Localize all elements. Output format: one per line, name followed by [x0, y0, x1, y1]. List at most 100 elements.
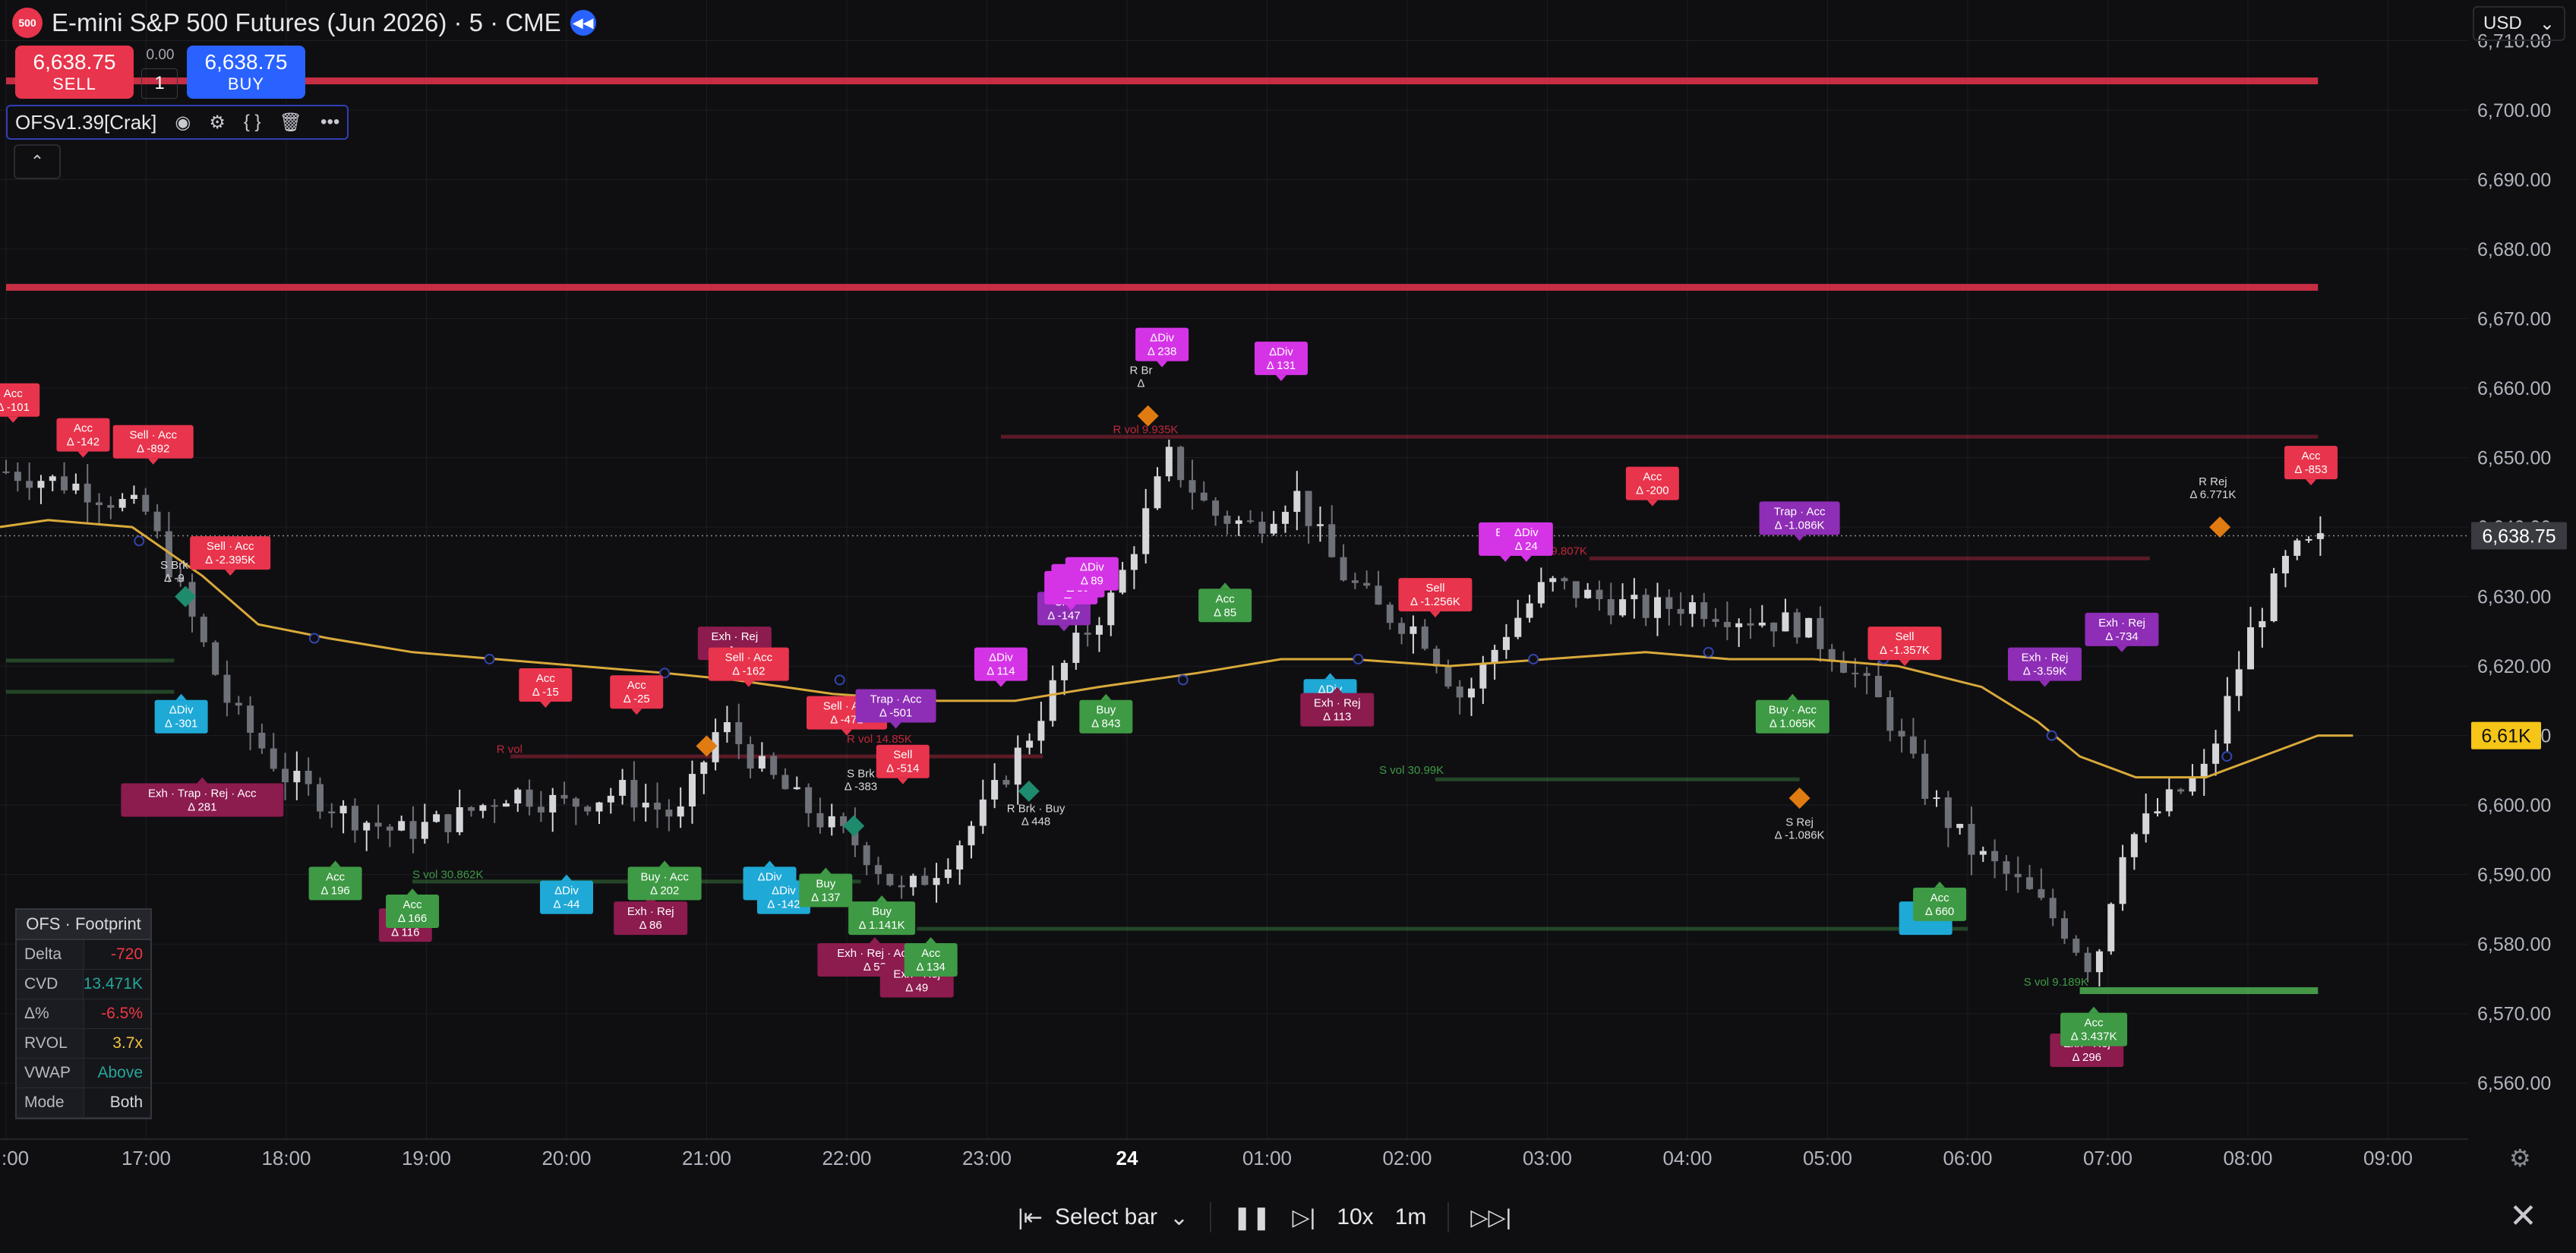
price-tick-label: 6,560.00 [2477, 1073, 2551, 1094]
label-text: Acc [326, 870, 346, 883]
signal-note: Δ -1.086K [1775, 829, 1825, 842]
label-text: Δ 660 [1925, 905, 1954, 918]
price-tick-label: 6,580.00 [2477, 934, 2551, 955]
candle-body [1375, 585, 1382, 605]
time-tick-label: 21:00 [682, 1147, 731, 1169]
chevron-up-icon[interactable]: ⌃ [14, 144, 61, 179]
time-tick-label: 18:00 [261, 1147, 311, 1169]
eye-icon[interactable]: ◉ [175, 112, 191, 134]
close-icon[interactable]: ✕ [2509, 1197, 2537, 1236]
label-text: Δ 1.141K [859, 919, 905, 932]
label-text: Exh · Rej · Acc [837, 947, 913, 960]
sell-label: SELL [52, 74, 96, 93]
speed-button[interactable]: 10x [1337, 1204, 1373, 1230]
candle-body [1281, 512, 1289, 524]
price-level [1589, 556, 2150, 560]
time-tick-label: :00 [2, 1147, 29, 1169]
candle-body [1793, 612, 1801, 638]
label-text: Δ 3.437K [2071, 1030, 2117, 1043]
candle-body [282, 769, 289, 783]
vwap-dot [1528, 653, 1539, 664]
candle-body [921, 876, 929, 885]
candle-body [1002, 780, 1010, 785]
price-tick-label: 6,700.00 [2477, 100, 2551, 122]
candle-body [2305, 538, 2312, 541]
time-tick-label: 06:00 [1943, 1147, 1992, 1169]
symbol-title[interactable]: E-mini S&P 500 Futures (Jun 2026) · 5 · … [52, 8, 561, 37]
indicator-legend[interactable]: OFSv1.39[Crak] ◉ ⚙ { } 🗑 ••• [6, 105, 349, 140]
candle-body [1712, 619, 1719, 622]
candle-body [1142, 508, 1150, 554]
quantity-input[interactable]: 1 [141, 68, 178, 99]
fast-rewind-icon[interactable]: ◀◀ [570, 10, 596, 36]
buy-button[interactable]: 6,638.75 BUY [187, 46, 305, 99]
jump-to-realtime-icon[interactable]: ▷▷| [1470, 1204, 1511, 1231]
candle-body [1968, 823, 1975, 855]
currency-select[interactable]: USD ⌄ [2473, 6, 2565, 41]
label-text: ΔDiv [1150, 332, 1174, 345]
label-text: Sell · Acc [207, 540, 254, 553]
candle-body [1189, 480, 1196, 493]
candle-body [944, 870, 952, 879]
more-icon[interactable]: ••• [320, 112, 339, 133]
price-chart[interactable]: S vol 30.862K S vol 30.99K S vol 9.189K R v… [0, 0, 2576, 1253]
candle-body [444, 814, 452, 832]
candle-body [1363, 582, 1371, 586]
sell-button[interactable]: 6,638.75 SELL [15, 46, 134, 99]
gear-icon[interactable]: ⚙ [2509, 1144, 2531, 1173]
candle-body [212, 642, 219, 675]
label-text: Δ -301 [165, 718, 197, 731]
label-text: Δ -501 [879, 706, 912, 719]
label-text: Δ 296 [2072, 1051, 2101, 1064]
candle-body [584, 806, 592, 812]
candle-body [328, 811, 336, 814]
signal-note: S Rej [1785, 816, 1814, 829]
select-bar-icon: |⇤ [1018, 1204, 1043, 1230]
label-text: Δ -853 [2294, 463, 2327, 476]
candle-body [363, 822, 371, 831]
vwap-dot [2221, 751, 2233, 762]
pause-icon[interactable]: ❚❚ [1233, 1204, 1271, 1231]
price-tick-label: 6,600.00 [2477, 795, 2551, 816]
candle-body [409, 821, 417, 839]
candle-body [1049, 680, 1056, 721]
candle-body [1770, 622, 1778, 632]
candle-body [1491, 649, 1498, 664]
candle-body [1956, 823, 1964, 828]
price-tick-label: 6,650.00 [2477, 448, 2551, 469]
candle-body [805, 787, 813, 813]
candle-body [339, 806, 347, 814]
label-text: Acc [627, 679, 647, 692]
vwap-dot [1353, 653, 1364, 664]
candle-body [2026, 877, 2034, 889]
candle-body [1305, 491, 1312, 526]
candle-body [828, 816, 835, 828]
select-bar-button[interactable]: |⇤ Select bar ⌄ [1018, 1204, 1189, 1231]
signal-note: Δ -9 [164, 572, 185, 585]
label-text: Δ -25 [623, 693, 650, 705]
candle-body [747, 743, 754, 769]
time-tick-label: 20:00 [541, 1147, 591, 1169]
interval-button[interactable]: 1m [1395, 1204, 1427, 1230]
candle-body [1619, 599, 1627, 616]
indicator-name[interactable]: OFSv1.39[Crak] [15, 111, 156, 134]
candle-body [595, 802, 603, 812]
step-forward-icon[interactable]: ▷| [1292, 1204, 1315, 1231]
candle-body [2212, 743, 2220, 764]
price-tick-label: 6,670.00 [2477, 309, 2551, 330]
candle-body [2189, 778, 2196, 792]
candle-body [2049, 898, 2057, 919]
footprint-value: Above [97, 1064, 143, 1081]
label-text: Δ 131 [1267, 359, 1296, 372]
label-text: Δ -142 [767, 898, 800, 911]
candle-body [1119, 570, 1126, 593]
footprint-row: RVOL 3.7x [17, 1029, 150, 1059]
trash-icon[interactable]: 🗑 [279, 112, 302, 134]
source-code-icon[interactable]: { } [244, 112, 261, 133]
signal-note: S Brk [847, 768, 875, 781]
signal-note: S Brk [160, 559, 188, 572]
footprint-value: -720 [110, 945, 143, 963]
price-level [1000, 434, 2319, 439]
candle-body [433, 814, 440, 822]
settings-icon[interactable]: ⚙ [209, 112, 226, 134]
